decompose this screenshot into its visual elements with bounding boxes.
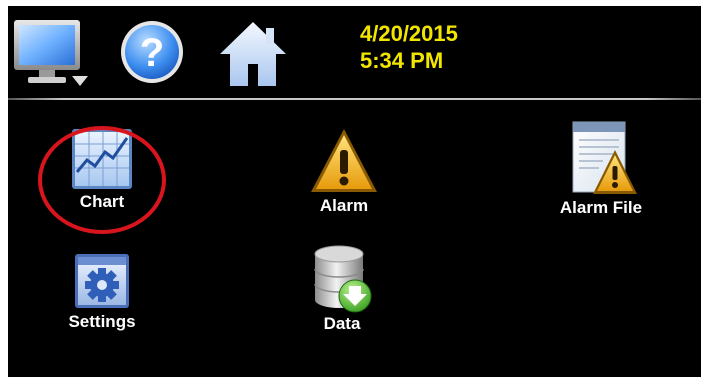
- time-text: 5:34 PM: [360, 48, 444, 73]
- alarm-file-app-label: Alarm File: [559, 198, 643, 217]
- chart-app-label: Chart: [79, 192, 125, 211]
- top-bar-divider: [8, 98, 701, 100]
- data-icon: [314, 245, 372, 313]
- chart-app-button[interactable]: Chart: [32, 126, 172, 212]
- svg-text:?: ?: [140, 31, 164, 75]
- monitor-button[interactable]: [12, 18, 90, 90]
- touch-screen: ? 4/20/2015 5:34 PM Chart Alarm Alarm Fi…: [8, 6, 701, 377]
- help-icon: ?: [121, 21, 183, 83]
- monitor-icon: [14, 20, 88, 86]
- alarm-file-icon: [572, 121, 637, 194]
- date-text: 4/20/2015: [360, 21, 458, 46]
- alarm-icon: [311, 129, 377, 192]
- data-app-label: Data: [323, 314, 361, 333]
- data-app-button[interactable]: Data: [272, 242, 412, 334]
- help-button[interactable]: ?: [118, 18, 186, 86]
- alarm-app-label: Alarm: [319, 196, 369, 215]
- top-bar: ? 4/20/2015 5:34 PM: [8, 6, 701, 98]
- chart-icon: [72, 129, 132, 189]
- alarm-app-button[interactable]: Alarm: [274, 126, 414, 216]
- settings-app-label: Settings: [68, 312, 136, 331]
- settings-icon: [75, 254, 129, 308]
- datetime-display: 4/20/2015 5:34 PM: [360, 20, 458, 74]
- home-icon: [220, 22, 286, 86]
- alarm-file-app-button[interactable]: Alarm File: [531, 120, 671, 218]
- settings-app-button[interactable]: Settings: [32, 250, 172, 332]
- home-button[interactable]: [218, 18, 288, 88]
